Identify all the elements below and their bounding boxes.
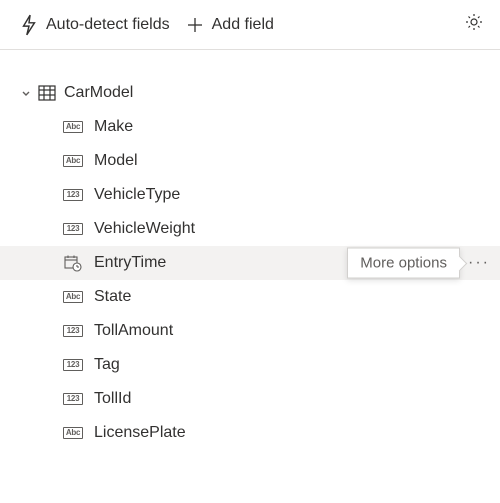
field-name: Make bbox=[94, 118, 133, 136]
lightning-icon bbox=[20, 14, 38, 36]
add-field-label: Add field bbox=[212, 16, 274, 34]
more-options-button[interactable]: ··· bbox=[468, 254, 490, 272]
toolbar: Auto-detect fields Add field bbox=[0, 0, 500, 50]
add-field-button[interactable]: Add field bbox=[186, 16, 274, 34]
field-row[interactable]: EntryTime More options ··· bbox=[0, 246, 500, 280]
datetime-type-icon bbox=[64, 255, 82, 272]
field-row[interactable]: Abc Make bbox=[0, 110, 500, 144]
number-type-icon: 123 bbox=[63, 393, 83, 405]
auto-detect-fields-button[interactable]: Auto-detect fields bbox=[20, 14, 170, 36]
table-node[interactable]: CarModel bbox=[0, 76, 500, 110]
field-row[interactable]: 123 TollAmount bbox=[0, 314, 500, 348]
field-name: TollId bbox=[94, 390, 131, 408]
field-name: LicensePlate bbox=[94, 424, 186, 442]
field-name: State bbox=[94, 288, 131, 306]
table-icon bbox=[38, 85, 56, 101]
number-type-icon: 123 bbox=[63, 189, 83, 201]
field-row[interactable]: 123 VehicleType bbox=[0, 178, 500, 212]
text-type-icon: Abc bbox=[63, 427, 83, 439]
field-name: VehicleWeight bbox=[94, 220, 195, 238]
chevron-down-icon[interactable] bbox=[16, 87, 36, 99]
field-name: TollAmount bbox=[94, 322, 173, 340]
gear-icon bbox=[464, 12, 484, 37]
fields-tree: CarModel AbcMakeAbcModel123VehicleType12… bbox=[0, 50, 500, 450]
text-type-icon: Abc bbox=[63, 155, 83, 167]
fields-list: Abc Make Abc Model 123 VehicleType 123 VehicleW… bbox=[0, 110, 500, 450]
field-row[interactable]: Abc LicensePlate bbox=[0, 416, 500, 450]
text-type-icon: Abc bbox=[63, 121, 83, 133]
number-type-icon: 123 bbox=[63, 359, 83, 371]
field-row[interactable]: Abc Model bbox=[0, 144, 500, 178]
number-type-icon: 123 bbox=[63, 223, 83, 235]
field-row[interactable]: Abc State bbox=[0, 280, 500, 314]
number-type-icon: 123 bbox=[63, 325, 83, 337]
field-name: VehicleType bbox=[94, 186, 180, 204]
table-name: CarModel bbox=[64, 84, 133, 102]
field-row[interactable]: 123 TollId bbox=[0, 382, 500, 416]
settings-button[interactable] bbox=[464, 12, 484, 37]
field-row[interactable]: 123 Tag bbox=[0, 348, 500, 382]
plus-icon bbox=[186, 16, 204, 34]
field-name: Model bbox=[94, 152, 138, 170]
auto-detect-fields-label: Auto-detect fields bbox=[46, 16, 170, 34]
field-row[interactable]: 123 VehicleWeight bbox=[0, 212, 500, 246]
text-type-icon: Abc bbox=[63, 291, 83, 303]
field-name: EntryTime bbox=[94, 254, 166, 272]
more-options-tooltip: More options bbox=[347, 248, 460, 279]
field-name: Tag bbox=[94, 356, 120, 374]
